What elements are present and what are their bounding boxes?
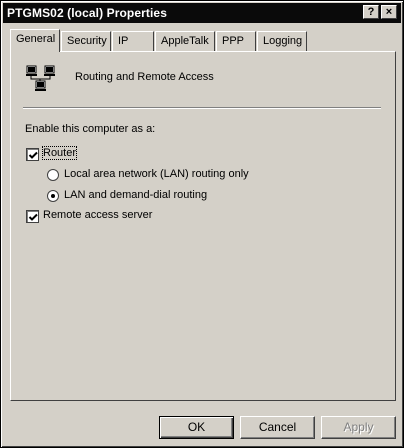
tab-ppp[interactable]: PPP	[216, 31, 256, 51]
tab-ppp-label: PPP	[222, 35, 245, 47]
radio-selected-dot	[51, 194, 55, 198]
close-icon: ×	[385, 6, 393, 18]
router-label[interactable]: Router	[41, 146, 78, 160]
ok-button[interactable]: OK	[159, 416, 234, 439]
service-name: Routing and Remote Access	[75, 71, 214, 83]
enable-label: Enable this computer as a:	[25, 123, 156, 135]
help-button[interactable]: ?	[363, 5, 379, 19]
lan-demand-dial-radio[interactable]	[47, 190, 59, 202]
window-title: PTGMS02 (local) Properties	[7, 6, 167, 20]
tab-security-label: Security	[67, 35, 107, 47]
checkmark-icon	[28, 151, 38, 159]
cancel-button[interactable]: Cancel	[240, 416, 315, 439]
apply-button-label: Apply	[343, 420, 374, 434]
title-bar[interactable]: PTGMS02 (local) Properties ? ×	[3, 3, 401, 23]
general-tab-panel: Routing and Remote Access Enable this co…	[10, 51, 396, 401]
tab-general[interactable]: General	[10, 29, 60, 52]
cancel-button-label: Cancel	[258, 420, 297, 434]
tab-ip-label: IP	[118, 35, 129, 47]
lan-demand-dial-label[interactable]: LAN and demand-dial routing	[64, 189, 207, 201]
tab-appletalk-label: AppleTalk	[161, 35, 209, 47]
tab-logging-label: Logging	[263, 35, 303, 47]
help-icon: ?	[367, 6, 375, 18]
tab-logging[interactable]: Logging	[257, 31, 307, 51]
close-button[interactable]: ×	[381, 5, 397, 19]
tab-appletalk[interactable]: AppleTalk	[155, 31, 215, 51]
apply-button[interactable]: Apply	[321, 416, 396, 439]
router-checkbox[interactable]	[26, 148, 39, 161]
checkmark-icon	[28, 213, 38, 221]
network-computers-icon	[25, 65, 59, 95]
remote-access-label[interactable]: Remote access server	[43, 209, 152, 221]
separator	[23, 107, 381, 109]
tab-ip[interactable]: IP	[112, 31, 154, 51]
lan-only-label[interactable]: Local area network (LAN) routing only	[64, 168, 249, 180]
tab-general-label: General	[16, 33, 56, 45]
remote-access-checkbox[interactable]	[26, 210, 39, 223]
ok-button-label: OK	[187, 420, 206, 434]
tab-security[interactable]: Security	[61, 31, 111, 51]
lan-only-radio[interactable]	[47, 169, 59, 181]
properties-dialog: PTGMS02 (local) Properties ? × General S…	[0, 0, 404, 448]
